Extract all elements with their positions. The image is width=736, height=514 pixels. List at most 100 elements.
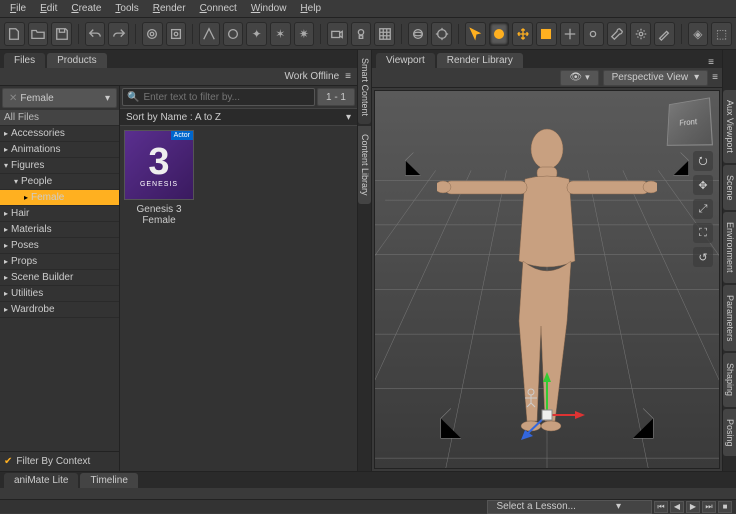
lesson-next[interactable]: ▶ <box>686 501 700 513</box>
menu-render[interactable]: Render <box>147 1 192 16</box>
vtab-shaping[interactable]: Shaping <box>723 353 736 406</box>
cat-utilities[interactable]: ▸Utilities <box>0 286 119 302</box>
translate-tool[interactable] <box>512 22 533 46</box>
open-file-button[interactable] <box>28 22 49 46</box>
lesson-stop[interactable]: ■ <box>718 501 732 513</box>
cat-figures[interactable]: ▾Figures <box>0 158 119 174</box>
vtab-parameters[interactable]: Parameters <box>723 285 736 352</box>
tab-render-library[interactable]: Render Library <box>437 53 523 68</box>
chevron-down-icon: ▾ <box>105 93 110 104</box>
search-icon: 🔍 <box>127 92 139 103</box>
menu-connect[interactable]: Connect <box>194 1 243 16</box>
view-mode-dropdown[interactable]: Perspective View▾ <box>603 70 709 86</box>
content-column: 🔍 1 - 1 Sort by Name : A to Z▾ Actor 3 G… <box>120 86 357 471</box>
vtab-environment[interactable]: Environment <box>723 212 736 283</box>
lesson-last[interactable]: ⏭ <box>702 501 716 513</box>
tool5-button[interactable]: ✷ <box>294 22 315 46</box>
spot-render-button[interactable] <box>166 22 187 46</box>
panel-menu-icon[interactable]: ≡ <box>708 57 714 68</box>
dolly-icon[interactable]: ⤢ <box>693 199 713 219</box>
cat-all-files[interactable]: All Files <box>0 110 119 126</box>
light-icon[interactable] <box>351 22 372 46</box>
menu-file[interactable]: File <box>4 1 32 16</box>
cat-accessories[interactable]: ▸Accessories <box>0 126 119 142</box>
main-toolbar: ✦ ✶ ✷ ◈ ⬚ <box>0 18 736 50</box>
render-button[interactable] <box>142 22 163 46</box>
camera-icon[interactable] <box>327 22 348 46</box>
sort-dropdown[interactable]: Sort by Name : A to Z▾ <box>120 108 357 126</box>
cat-animations[interactable]: ▸Animations <box>0 142 119 158</box>
viewport-3d[interactable]: Front ⭮ ✥ ⤢ ⛶ ↺ <box>374 90 720 469</box>
cat-female[interactable]: ▸Female <box>0 190 119 206</box>
rotate-tool[interactable] <box>489 22 510 46</box>
category-dropdown[interactable]: ✕Female ▾ <box>2 88 117 108</box>
wrench-icon[interactable] <box>607 22 628 46</box>
save-button[interactable] <box>51 22 72 46</box>
chevron-down-icon: ▾ <box>346 112 351 123</box>
tab-products[interactable]: Products <box>47 53 106 68</box>
translate-gizmo[interactable] <box>507 370 587 450</box>
paint-icon[interactable] <box>654 22 675 46</box>
sphere-cage-icon[interactable] <box>408 22 429 46</box>
asset-thumb-genesis3female[interactable]: Actor 3 GENESIS Genesis 3 Female <box>124 130 194 226</box>
work-offline-label[interactable]: Work Offline <box>285 71 340 82</box>
cat-wardrobe[interactable]: ▸Wardrobe <box>0 302 119 318</box>
menu-help[interactable]: Help <box>294 1 327 16</box>
vtab-smart-content[interactable]: Smart Content <box>358 50 371 124</box>
reset-view-icon[interactable]: ↺ <box>693 247 713 267</box>
tool2-button[interactable] <box>223 22 244 46</box>
lesson-prev[interactable]: ◀ <box>670 501 684 513</box>
lesson-dropdown[interactable]: Select a Lesson...▾ <box>487 500 652 514</box>
cat-people[interactable]: ▾People <box>0 174 119 190</box>
thumb-label: Genesis 3 Female <box>124 204 194 226</box>
menu-edit[interactable]: Edit <box>34 1 63 16</box>
extra-tool-1[interactable]: ◈ <box>688 22 709 46</box>
check-icon[interactable]: ✔ <box>4 456 12 467</box>
cat-scene-builder[interactable]: ▸Scene Builder <box>0 270 119 286</box>
extra-tool-2[interactable]: ⬚ <box>711 22 732 46</box>
target-icon[interactable] <box>431 22 452 46</box>
vtab-aux-viewport[interactable]: Aux Viewport <box>723 90 736 163</box>
cat-poses[interactable]: ▸Poses <box>0 238 119 254</box>
viewport-menu-icon[interactable]: ≡ <box>712 72 718 83</box>
scale-tool[interactable] <box>536 22 557 46</box>
vtab-posing[interactable]: Posing <box>723 409 736 457</box>
search-input-wrap[interactable]: 🔍 <box>122 88 315 106</box>
menu-create[interactable]: Create <box>65 1 107 16</box>
pointer-tool[interactable] <box>465 22 486 46</box>
cat-hair[interactable]: ▸Hair <box>0 206 119 222</box>
settings-icon[interactable] <box>630 22 651 46</box>
move-tool[interactable] <box>560 22 581 46</box>
search-input[interactable] <box>143 92 310 103</box>
menu-tools[interactable]: Tools <box>109 1 144 16</box>
tool4-button[interactable]: ✶ <box>270 22 291 46</box>
frame-icon[interactable]: ⛶ <box>693 223 713 243</box>
grid-icon[interactable] <box>374 22 395 46</box>
redo-button[interactable] <box>108 22 129 46</box>
category-column: ✕Female ▾ All Files ▸Accessories ▸Animat… <box>0 86 120 471</box>
view-cube[interactable]: Front <box>667 97 713 146</box>
tab-animate-lite[interactable]: aniMate Lite <box>4 473 78 488</box>
menu-window[interactable]: Window <box>245 1 293 16</box>
filter-by-context[interactable]: Filter By Context <box>16 456 90 467</box>
tool3-button[interactable]: ✦ <box>246 22 267 46</box>
panel-menu-icon[interactable]: ≡ <box>345 71 351 82</box>
tab-files[interactable]: Files <box>4 53 45 68</box>
vtab-content-library[interactable]: Content Library <box>358 126 371 204</box>
side-tabs-left: Smart Content Content Library <box>358 50 372 471</box>
tab-viewport[interactable]: Viewport <box>376 53 435 68</box>
orbit-icon[interactable]: ⭮ <box>693 151 713 171</box>
tab-timeline[interactable]: Timeline <box>80 473 137 488</box>
lesson-first[interactable]: ⏮ <box>654 501 668 513</box>
left-panel: Files Products Work Offline ≡ ✕Female ▾ … <box>0 50 358 471</box>
undo-button[interactable] <box>85 22 106 46</box>
cat-props[interactable]: ▸Props <box>0 254 119 270</box>
link-tool[interactable] <box>583 22 604 46</box>
pan-icon[interactable]: ✥ <box>693 175 713 195</box>
camera-selector[interactable]: 👁▾ <box>560 70 598 86</box>
vtab-scene[interactable]: Scene <box>723 165 736 211</box>
tool1-button[interactable] <box>199 22 220 46</box>
new-file-button[interactable] <box>4 22 25 46</box>
pose-anchor-icon <box>519 384 543 408</box>
cat-materials[interactable]: ▸Materials <box>0 222 119 238</box>
